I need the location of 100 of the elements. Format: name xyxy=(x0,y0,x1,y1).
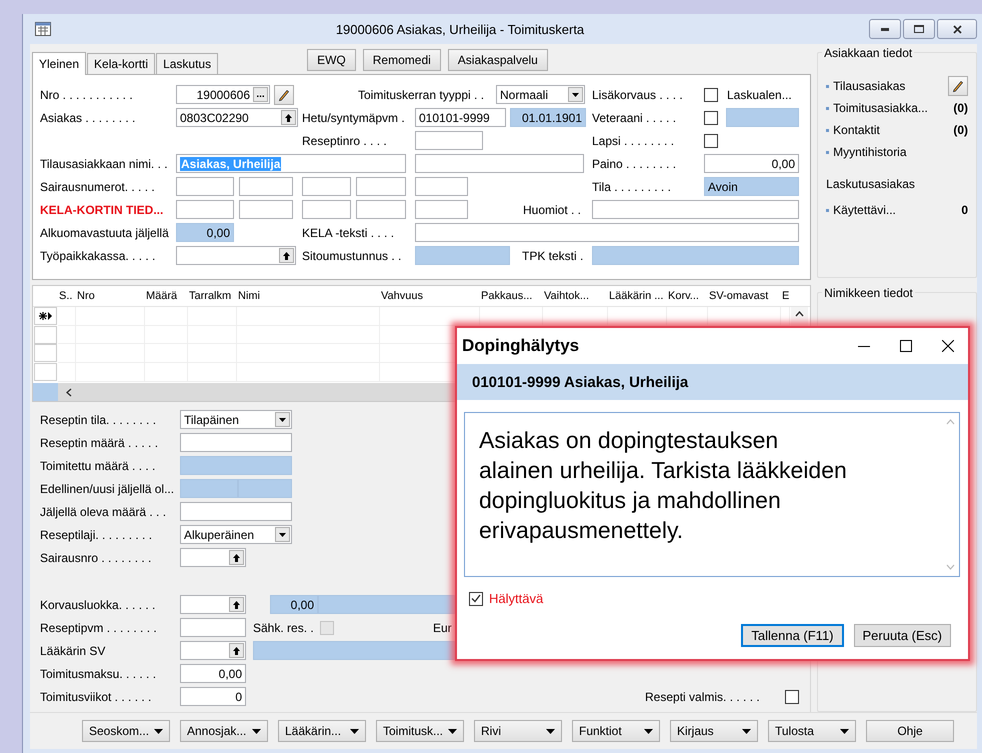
column-header[interactable]: Nro xyxy=(76,290,145,302)
text-field[interactable]: 0 xyxy=(180,687,246,706)
menu-button[interactable]: Rivi xyxy=(474,720,562,742)
checkbox[interactable] xyxy=(469,592,483,606)
tab[interactable]: Kela-kortti xyxy=(87,53,156,74)
text-field[interactable] xyxy=(415,223,799,242)
close-icon[interactable] xyxy=(942,340,954,352)
side-link[interactable]: Myyntihistoria xyxy=(833,145,968,159)
text-field[interactable] xyxy=(415,177,468,196)
menu-button[interactable]: Annosjak... xyxy=(180,720,268,742)
column-header[interactable]: Tarralkm xyxy=(188,290,237,302)
menu-button[interactable]: Toimitusk... xyxy=(376,720,464,742)
lookup-button[interactable] xyxy=(229,550,244,565)
grid-cell[interactable] xyxy=(145,306,188,326)
grid-cell[interactable] xyxy=(76,306,145,326)
number-field[interactable]: 19000606 ... xyxy=(176,85,270,104)
menu-button[interactable]: Lääkärin... xyxy=(278,720,366,742)
dialog-button[interactable]: Tallenna (F11) xyxy=(741,624,844,647)
menu-button[interactable]: Kirjaus xyxy=(670,720,758,742)
close-button[interactable] xyxy=(937,19,977,39)
dropdown-field[interactable]: Normaali xyxy=(496,85,585,104)
readonly-field[interactable]: Avoin xyxy=(704,177,799,196)
message-box[interactable]: Asiakas on dopingtestauksen alainen urheilija. Tarkista lääkkeiden dopingluokitus ja mahdollinen erivapausmenettely. xyxy=(464,412,960,577)
grid-cell[interactable] xyxy=(145,363,188,382)
text-field[interactable] xyxy=(239,177,293,196)
lookup-field[interactable] xyxy=(176,246,296,265)
column-header[interactable]: Nimi xyxy=(237,290,380,302)
side-link[interactable]: Kontaktit xyxy=(833,123,954,137)
readonly-field[interactable]: 0,00 xyxy=(270,595,318,614)
grid-cell[interactable] xyxy=(237,363,380,382)
lookup-field[interactable] xyxy=(180,595,246,614)
menu-button[interactable]: Tulosta xyxy=(768,720,856,742)
readonly-field[interactable]: 0,00 xyxy=(176,223,234,242)
side-link[interactable]: Tilausasiakas xyxy=(833,79,948,93)
column-header[interactable]: Määrä xyxy=(145,290,188,302)
grid-cell[interactable] xyxy=(58,344,76,364)
readonly-field[interactable] xyxy=(180,479,238,498)
side-link[interactable]: Toimitusasiakka... xyxy=(833,101,954,115)
readonly-field[interactable] xyxy=(415,246,510,265)
lookup-button[interactable] xyxy=(229,597,244,612)
maximize-icon[interactable] xyxy=(900,340,912,352)
toolbar-button[interactable]: EWQ xyxy=(307,49,356,71)
checkbox[interactable] xyxy=(704,134,718,148)
checkbox[interactable] xyxy=(704,88,718,102)
lookup-field[interactable] xyxy=(180,641,246,660)
grid-cell[interactable] xyxy=(188,363,237,382)
grid-cell[interactable] xyxy=(188,306,237,326)
readonly-field[interactable]: 01.01.1901 xyxy=(510,108,586,127)
column-header[interactable]: Pakkaus... xyxy=(480,290,543,302)
grid-cell[interactable] xyxy=(58,306,76,326)
text-field[interactable] xyxy=(356,200,406,219)
side-link[interactable]: Käytettävi... xyxy=(833,203,962,217)
grid-cell[interactable] xyxy=(76,363,145,382)
lookup-button[interactable] xyxy=(229,643,244,658)
column-header[interactable]: S.. xyxy=(58,290,76,302)
text-field[interactable] xyxy=(176,177,234,196)
column-header[interactable]: SV-omavast xyxy=(708,290,781,302)
dialog-button[interactable]: Peruuta (Esc) xyxy=(854,624,951,647)
text-field[interactable]: 0,00 xyxy=(180,664,246,683)
text-field[interactable]: 010101-9999 xyxy=(415,108,506,127)
tab[interactable]: Yleinen xyxy=(32,52,86,75)
edit-button[interactable] xyxy=(948,76,968,96)
lookup-button[interactable] xyxy=(281,110,296,125)
toolbar-button[interactable]: Remomedi xyxy=(362,49,441,71)
readonly-field[interactable] xyxy=(318,595,455,614)
text-field[interactable]: 0,00 xyxy=(704,154,799,173)
dropdown-field[interactable]: Tilapäinen xyxy=(180,410,292,429)
row-header[interactable] xyxy=(34,306,57,325)
dropdown-button[interactable] xyxy=(275,527,290,542)
grid-cell[interactable] xyxy=(58,326,76,344)
minimize-button[interactable] xyxy=(869,19,901,39)
column-header[interactable]: Vahvuus xyxy=(380,290,480,302)
text-field[interactable] xyxy=(356,177,406,196)
column-header[interactable]: Lääkärin ... xyxy=(608,290,667,302)
text-field[interactable] xyxy=(302,200,351,219)
text-field[interactable] xyxy=(239,200,293,219)
dropdown-button[interactable] xyxy=(275,412,290,427)
grid-cell[interactable] xyxy=(380,306,480,326)
text-field[interactable] xyxy=(415,200,468,219)
readonly-field[interactable] xyxy=(238,479,292,498)
tab[interactable]: Laskutus xyxy=(156,53,218,74)
text-field[interactable] xyxy=(415,154,584,173)
text-field[interactable] xyxy=(302,177,351,196)
text-field[interactable] xyxy=(592,200,799,219)
dropdown-button[interactable] xyxy=(568,87,583,102)
text-field[interactable] xyxy=(180,502,292,521)
checkbox[interactable] xyxy=(785,690,799,704)
readonly-field[interactable] xyxy=(253,641,455,660)
edit-button[interactable] xyxy=(274,84,294,104)
text-field[interactable] xyxy=(180,433,292,452)
menu-button[interactable]: Seoskom... xyxy=(82,720,170,742)
readonly-field[interactable] xyxy=(726,108,799,127)
menu-button[interactable]: Funktiot xyxy=(572,720,660,742)
text-field[interactable] xyxy=(176,200,234,219)
lookup-field[interactable] xyxy=(180,548,246,567)
browse-button[interactable]: ... xyxy=(253,87,268,102)
readonly-field[interactable] xyxy=(592,246,799,265)
readonly-field[interactable] xyxy=(180,456,292,475)
text-field[interactable] xyxy=(415,131,483,150)
toolbar-button[interactable]: Asiakaspalvelu xyxy=(448,49,548,71)
